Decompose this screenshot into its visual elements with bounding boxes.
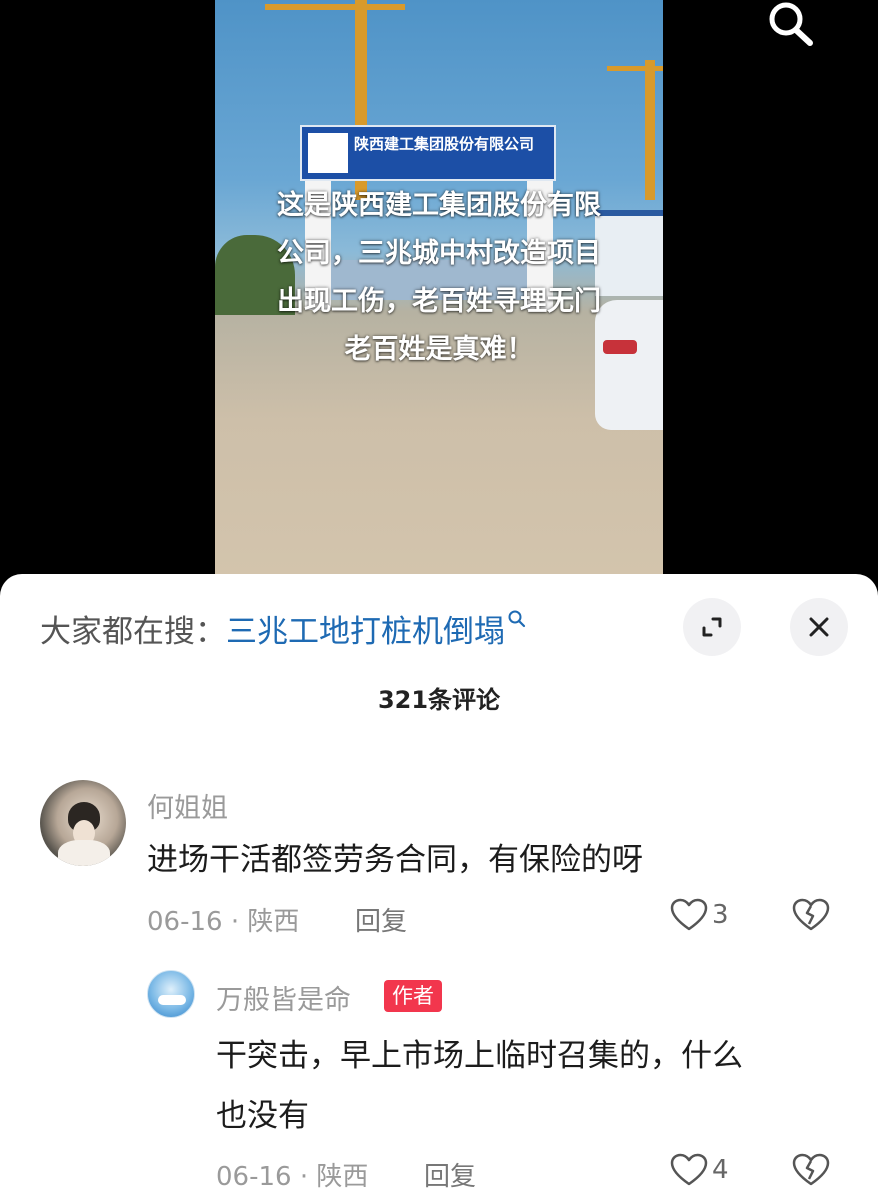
heart-icon[interactable] — [670, 898, 708, 932]
video-area[interactable]: 陕西建工集团股份有限公司 这是陕西建工集团股份有限 公司，三兆城中村改造项目 出… — [0, 0, 878, 600]
expand-button[interactable] — [683, 598, 741, 656]
video-frame[interactable]: 陕西建工集团股份有限公司 这是陕西建工集团股份有限 公司，三兆城中村改造项目 出… — [215, 0, 663, 600]
comment-text[interactable]: 进场干活都签劳务合同，有保险的呀 — [147, 830, 847, 890]
expand-icon[interactable] — [698, 613, 726, 641]
avatar[interactable] — [147, 970, 195, 1018]
dislike-button[interactable] — [792, 1153, 830, 1191]
broken-heart-icon[interactable] — [792, 1153, 830, 1187]
suggestion-prefix: 大家都在搜： — [40, 614, 226, 650]
search-button[interactable] — [758, 0, 822, 52]
comment-text[interactable]: 干突击，早上市场上临时召集的，什么 也没有 — [216, 1026, 846, 1146]
comment-username[interactable]: 何姐姐 — [147, 786, 228, 825]
like-button[interactable]: 3 — [670, 898, 729, 932]
avatar[interactable] — [40, 780, 126, 866]
comment-count: 321条评论 — [377, 686, 501, 714]
heart-icon[interactable] — [670, 1153, 708, 1187]
author-badge: 作者 — [384, 980, 442, 1012]
dislike-button[interactable] — [792, 898, 830, 936]
crane — [607, 66, 663, 71]
crane — [265, 4, 405, 10]
like-count: 4 — [712, 1155, 729, 1185]
close-button[interactable] — [790, 598, 848, 656]
comment-username[interactable]: 万般皆是命 — [216, 978, 351, 1017]
like-button[interactable]: 4 — [670, 1153, 729, 1187]
sign-title: 陕西建工集团股份有限公司 — [354, 135, 535, 153]
gate-banner: 陕西建工集团股份有限公司 — [300, 125, 556, 181]
crane — [645, 60, 655, 200]
reply-button[interactable]: 回复 — [355, 901, 407, 938]
search-icon[interactable] — [758, 0, 822, 52]
suggestion-query-link[interactable]: 三兆工地打桩机倒塌 — [226, 606, 505, 651]
like-count: 3 — [712, 900, 729, 930]
company-logo — [308, 133, 348, 173]
reply-button[interactable]: 回复 — [424, 1156, 476, 1193]
video-caption: 这是陕西建工集团股份有限 公司，三兆城中村改造项目 出现工伤，老百姓寻理无门 老… — [277, 190, 601, 365]
broken-heart-icon[interactable] — [792, 898, 830, 932]
comment-meta: 06-16 · 陕西 — [216, 1162, 369, 1192]
search-suggestion[interactable]: 大家都在搜： 三兆工地打桩机倒塌 — [40, 606, 527, 651]
close-icon[interactable] — [806, 614, 832, 640]
search-icon[interactable] — [507, 609, 527, 629]
comment-meta: 06-16 · 陕西 — [147, 907, 300, 937]
